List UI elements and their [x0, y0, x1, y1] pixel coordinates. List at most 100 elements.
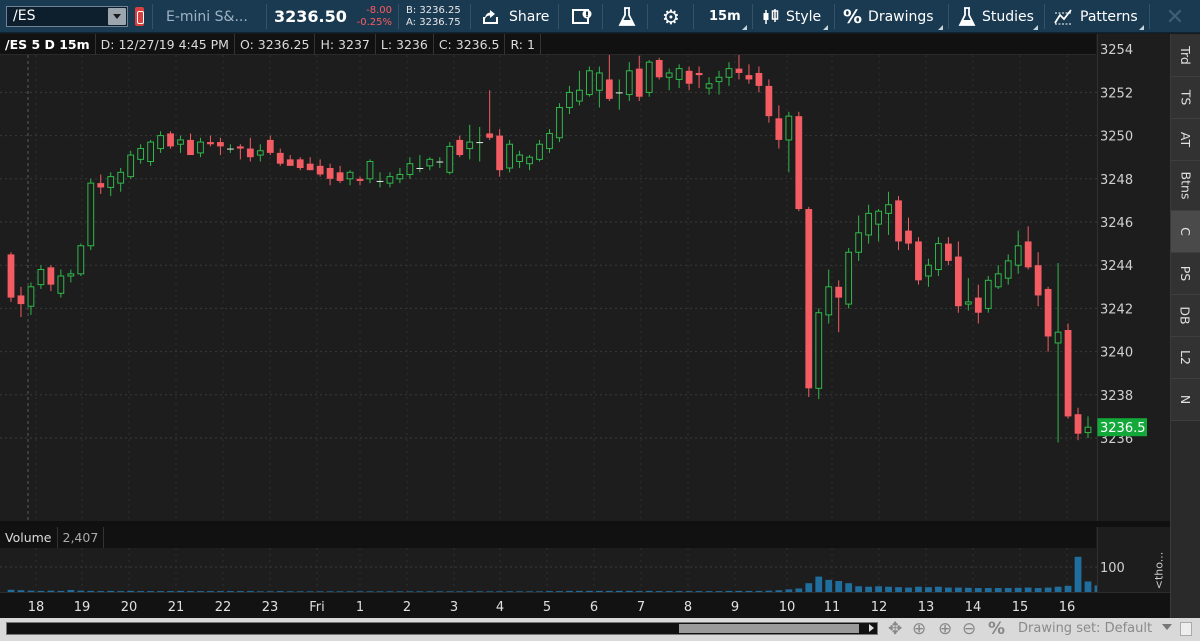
side-tab-l2[interactable]: L2 — [1171, 337, 1200, 379]
share-button[interactable]: Share — [481, 0, 549, 33]
chart-symbol-label[interactable]: /ES 5 D 15m — [0, 33, 96, 55]
time-tick-label: 2 — [403, 600, 411, 615]
candle-body — [1004, 260, 1012, 279]
patterns-button[interactable]: Patterns — [1054, 0, 1146, 33]
scroll-right-arrow-icon[interactable] — [867, 624, 877, 633]
bar-date: D: 12/27/19 4:45 PM — [96, 33, 235, 55]
divider — [470, 4, 471, 29]
divider — [266, 4, 267, 29]
candle-body — [825, 286, 833, 316]
side-tab-btns[interactable]: Btns — [1171, 161, 1200, 211]
candle-body — [855, 232, 863, 253]
candle-body — [1024, 241, 1032, 268]
crosshair-icon[interactable]: ⊕ — [912, 619, 926, 639]
time-axis[interactable]: 18 19 20 21 22 23 Fri 1 2 3 4 5 6 7 8 9 10 11 12 13 14 15 16 — [0, 592, 1170, 618]
candle-body — [605, 79, 613, 99]
timeframe-selector[interactable]: 15m — [709, 0, 749, 33]
candle-body — [765, 85, 773, 117]
candle-body — [386, 176, 394, 184]
chart-settings-button[interactable] — [572, 0, 592, 33]
candle-body — [336, 172, 344, 181]
candle-body — [286, 159, 294, 166]
candle-body — [87, 182, 95, 247]
divider — [558, 4, 559, 29]
divider — [152, 4, 153, 29]
pan-icon[interactable]: ✥ — [888, 619, 902, 639]
zoom-in-icon[interactable]: ⊕ — [938, 619, 952, 639]
time-tick-label: 14 — [965, 600, 982, 615]
corner-caret-icon — [938, 25, 943, 30]
studies-label: Studies — [982, 8, 1034, 25]
panel-toggle-icon[interactable] — [1180, 622, 1192, 636]
side-tab-ps[interactable]: PS — [1171, 253, 1200, 295]
candle-body — [1084, 426, 1092, 434]
style-button[interactable]: Style — [762, 0, 830, 33]
corner-caret-icon — [823, 25, 828, 30]
bar-range: R: 1 — [505, 33, 541, 55]
side-tab-ts[interactable]: TS — [1171, 77, 1200, 119]
candle-body — [775, 118, 783, 140]
candle-body — [1074, 414, 1082, 434]
candle-body — [885, 204, 892, 214]
candle-body — [197, 141, 204, 154]
price-axis[interactable]: 3236323832403242324432463248325032523254… — [1097, 34, 1170, 521]
studies-flask-button[interactable] — [618, 0, 636, 33]
side-tab-db[interactable]: DB — [1171, 295, 1200, 337]
candle-body — [705, 83, 713, 89]
drawings-button[interactable]: % Drawings — [843, 0, 945, 33]
candle-body — [795, 116, 803, 210]
close-chart-button[interactable]: ✕ — [1160, 0, 1190, 33]
side-tab-label: Btns — [1177, 171, 1193, 200]
candle-body — [147, 141, 155, 163]
candle-body — [416, 168, 424, 169]
candle-body — [954, 256, 962, 307]
candle-body — [536, 143, 543, 160]
volume-bar — [825, 579, 833, 592]
time-tick-label: 4 — [496, 600, 504, 615]
time-tick-label: 1 — [356, 600, 364, 615]
bar-close: C: 3236.5 — [434, 33, 506, 55]
price-chart[interactable]: Hi: 3254 — [0, 55, 1097, 521]
candle-body — [725, 68, 733, 78]
candle-body — [785, 115, 793, 141]
last-price: 3236.50 — [274, 7, 347, 26]
volume-side-label: <tho... — [1150, 548, 1168, 592]
side-tab-n[interactable]: N — [1171, 379, 1200, 421]
gear-button[interactable]: ⚙ — [662, 0, 686, 33]
candle-body — [187, 139, 194, 156]
chevron-down-icon[interactable] — [1162, 624, 1172, 632]
side-tab-c[interactable]: C — [1171, 211, 1200, 253]
time-tick-label: 22 — [215, 600, 232, 615]
volume-label[interactable]: Volume — [0, 527, 58, 548]
candle-body — [356, 178, 364, 181]
scrollbar-thumb[interactable] — [679, 624, 859, 633]
zoom-out-icon[interactable]: ⊖ — [962, 619, 976, 639]
price-tick-label: 3242 — [1100, 302, 1133, 317]
volume-bar — [1074, 556, 1082, 592]
percent-scale-icon[interactable]: % — [988, 619, 1005, 639]
candle-body — [266, 139, 274, 153]
chevron-down-icon[interactable] — [108, 8, 126, 25]
volume-chart[interactable] — [0, 548, 1097, 592]
chart-toolbar: /ES E-mini S&... 3236.50 -8.00 -0.25% B:… — [0, 0, 1200, 33]
chart-header: /ES 5 D 15m D: 12/27/19 4:45 PM O: 3236.… — [0, 33, 1096, 55]
volume-tick-label: 100 — [1100, 561, 1125, 576]
candle-body — [994, 273, 1002, 288]
candle-body — [675, 68, 683, 80]
side-tab-trd[interactable]: Trd — [1171, 35, 1200, 77]
horizontal-scrollbar[interactable] — [6, 622, 878, 635]
candle-body — [645, 61, 653, 93]
candle-body — [177, 139, 184, 145]
drawing-set-selector[interactable]: Drawing set: Default — [1018, 621, 1152, 636]
symbol-selector[interactable]: /ES — [6, 6, 128, 27]
link-icon[interactable] — [135, 7, 144, 26]
candle-body — [406, 163, 414, 175]
candle-body — [256, 150, 264, 156]
divider — [1044, 4, 1045, 29]
candle-body — [516, 154, 523, 163]
divider — [602, 4, 603, 29]
studies-button[interactable]: Studies — [958, 0, 1040, 33]
side-tab-at[interactable]: AT — [1171, 119, 1200, 161]
candle-body — [466, 141, 474, 150]
candle-body — [306, 163, 314, 171]
